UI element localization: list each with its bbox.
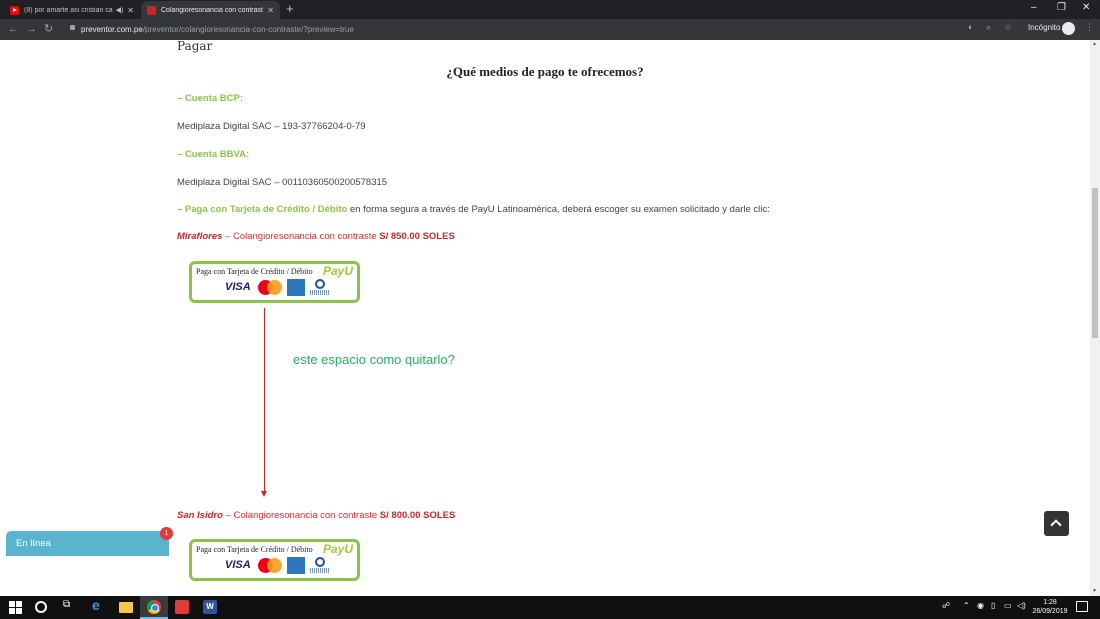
visa-logo: VISA xyxy=(225,281,251,293)
file-explorer-icon[interactable] xyxy=(119,602,133,613)
system-clock[interactable]: 1:28 26/09/2019 xyxy=(1030,598,1070,616)
bcp-account: Mediplaza Digital SAC – 193-37766204-0-7… xyxy=(177,121,366,132)
youtube-icon xyxy=(10,5,19,15)
reload-icon[interactable]: ↻ xyxy=(44,22,53,36)
arrow-head-icon xyxy=(261,491,267,497)
incognito-label: Incógnito xyxy=(1028,23,1061,32)
clock-time: 1:28 xyxy=(1043,599,1057,606)
tray-app-icon[interactable]: ◉ xyxy=(977,601,984,610)
clock-date: 26/09/2019 xyxy=(1032,608,1068,615)
payu-logo: PayU xyxy=(322,264,353,278)
extension-icon[interactable]: ◐ xyxy=(968,22,973,32)
back-to-top-button[interactable] xyxy=(1044,511,1069,536)
new-tab-button[interactable]: + xyxy=(286,2,294,16)
action-center-icon[interactable] xyxy=(1076,601,1088,612)
incognito-icon[interactable] xyxy=(1062,22,1075,35)
bbva-label: – Cuenta BBVA: xyxy=(177,149,250,160)
browser-tab-strip: (8) por amarte asi cristian ca ◀) ✕ Cola… xyxy=(0,0,1100,19)
restore-icon[interactable]: ❐ xyxy=(1057,2,1066,13)
windows-taskbar: ⧉ e W ☍ ⌃ ◉ ▯ ▭ ◁) 1:28 26/09/2019 xyxy=(0,596,1100,619)
vertical-scrollbar[interactable]: ▲ ▼ xyxy=(1090,40,1100,596)
word-icon[interactable]: W xyxy=(203,600,217,614)
diners-club-icon xyxy=(310,279,329,296)
payu-logo: PayU xyxy=(322,542,353,556)
zoom-icon[interactable]: ⌕ xyxy=(986,22,991,33)
scroll-down-icon[interactable]: ▼ xyxy=(1092,588,1097,594)
tab-title: (8) por amarte asi cristian ca xyxy=(24,6,113,14)
pay-button-text: Paga con Tarjeta de Crédito / Débito xyxy=(196,267,313,276)
back-icon[interactable]: ← xyxy=(8,22,19,36)
annotation-arrow xyxy=(264,308,265,494)
bbva-account: Mediplaza Digital SAC – 0011036050020057… xyxy=(177,177,388,188)
bcp-label: – Cuenta BCP: xyxy=(177,93,243,104)
tab-colangioresonancia[interactable]: Colangioresonancia con contrast ✕ xyxy=(141,1,280,19)
edge-icon[interactable]: e xyxy=(92,597,106,613)
page-content: Pagar ¿Qué medios de pago te ofrecemos? … xyxy=(0,40,1090,596)
payu-pay-button-san-isidro[interactable]: Paga con Tarjeta de Crédito / Débito Pay… xyxy=(189,539,360,581)
pay-button-text: Paga con Tarjeta de Crédito / Débito xyxy=(196,545,313,554)
url-path: /preventor/colangioresonancia-con-contra… xyxy=(142,25,354,34)
address-bar[interactable]: preventor.com.pe/preventor/colangioreson… xyxy=(60,21,960,38)
close-window-icon[interactable]: ✕ xyxy=(1082,2,1090,13)
volume-icon[interactable]: ◁) xyxy=(1017,601,1026,610)
mastercard-icon xyxy=(258,280,282,295)
card-payment-text: – Paga con Tarjeta de Crédito / Débito e… xyxy=(177,204,770,215)
visa-logo: VISA xyxy=(225,559,251,571)
cortana-search-icon[interactable] xyxy=(35,601,47,613)
network-icon[interactable]: ▭ xyxy=(1004,601,1012,610)
amex-icon xyxy=(287,557,305,574)
recorder-app-icon[interactable] xyxy=(175,600,189,614)
url-host: preventor.com.pe xyxy=(81,25,143,34)
scroll-up-icon[interactable]: ▲ xyxy=(1092,41,1097,47)
mastercard-icon xyxy=(258,558,282,573)
people-icon[interactable]: ☍ xyxy=(942,601,950,610)
windows-start-icon[interactable] xyxy=(9,600,23,614)
chat-badge: 1 xyxy=(160,527,173,540)
task-view-icon[interactable]: ⧉ xyxy=(63,599,77,613)
tray-chevron-icon[interactable]: ⌃ xyxy=(963,601,970,610)
speaker-icon[interactable]: ◀) xyxy=(116,6,124,14)
payment-methods-title: ¿Qué medios de pago te ofrecemos? xyxy=(446,64,644,79)
tab-title: Colangioresonancia con contrast xyxy=(161,6,263,14)
battery-icon[interactable]: ▯ xyxy=(991,601,995,610)
close-tab-icon[interactable]: ✕ xyxy=(127,6,134,15)
section-heading: Pagar xyxy=(177,40,213,53)
payu-pay-button-miraflores[interactable]: Paga con Tarjeta de Crédito / Débito Pay… xyxy=(189,261,360,303)
minimize-icon[interactable]: – xyxy=(1031,2,1037,13)
location-san-isidro: San Isidro – Colangioresonancia con cont… xyxy=(177,510,456,521)
tab-youtube[interactable]: (8) por amarte asi cristian ca ◀) ✕ xyxy=(4,1,140,19)
browser-toolbar: ← → ↻ preventor.com.pe/preventor/colangi… xyxy=(0,19,1100,40)
scrollbar-thumb[interactable] xyxy=(1092,188,1098,338)
menu-icon[interactable]: ⋮ xyxy=(1085,22,1094,33)
bookmark-star-icon[interactable]: ☆ xyxy=(1004,22,1012,33)
chrome-icon[interactable] xyxy=(147,600,161,614)
forward-icon[interactable]: → xyxy=(26,22,37,36)
annotation-text: este espacio como quitarlo? xyxy=(293,352,455,367)
location-miraflores: Miraflores – Colangioresonancia con cont… xyxy=(177,231,455,242)
close-tab-icon[interactable]: ✕ xyxy=(267,6,274,15)
diners-club-icon xyxy=(310,557,329,574)
amex-icon xyxy=(287,279,305,296)
site-favicon-icon xyxy=(147,5,156,15)
chat-widget[interactable]: En línea xyxy=(6,531,169,556)
